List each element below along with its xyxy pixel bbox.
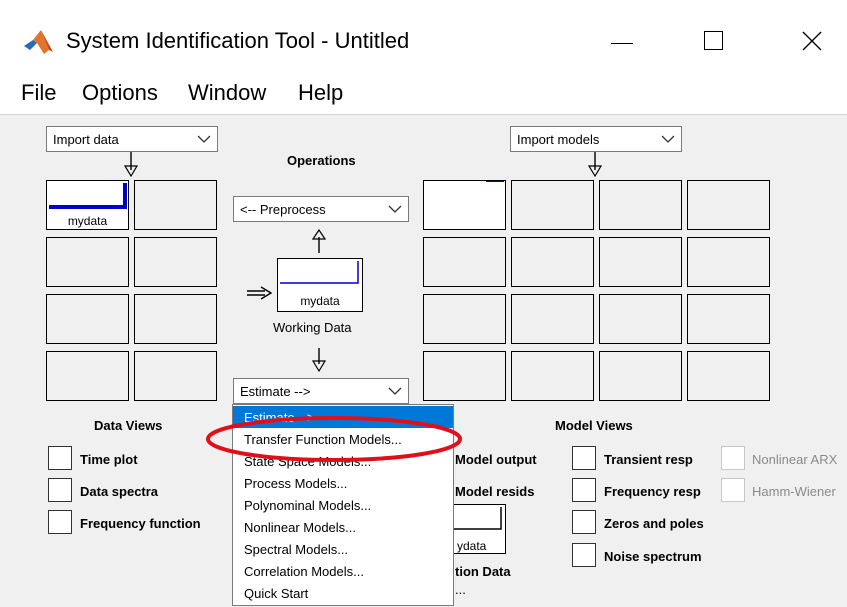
model-tile-empty[interactable] [511, 294, 594, 344]
nonlinear-arx-label: Nonlinear ARX [752, 452, 838, 467]
model-tile-empty[interactable] [687, 294, 770, 344]
menu-window[interactable]: Window [188, 80, 266, 106]
hamm-wiener-label: Hamm-Wiener [752, 484, 836, 499]
close-button[interactable] [782, 16, 842, 66]
working-data-label: mydata [300, 294, 340, 308]
menu-file[interactable]: File [21, 80, 56, 106]
model-tile-empty[interactable] [599, 351, 682, 401]
menu-options[interactable]: Options [82, 80, 158, 106]
model-tile-empty[interactable] [687, 237, 770, 287]
nonlinear-arx-checkbox[interactable] [721, 446, 745, 470]
estimate-option-process[interactable]: Process Models... [233, 472, 453, 494]
minimize-icon [611, 43, 633, 44]
frequency-resp-checkbox[interactable] [572, 478, 596, 502]
data-tile-empty[interactable] [134, 294, 217, 344]
model-resids-label: Model resids [455, 484, 535, 499]
arrow-down-icon [312, 348, 326, 373]
validation-data-caption: tion Data [455, 564, 511, 579]
time-plot-checkbox[interactable] [48, 446, 72, 470]
model-tile-empty[interactable] [599, 180, 682, 230]
model-tile-empty[interactable] [423, 294, 506, 344]
validation-data-label: ydata [457, 539, 487, 553]
import-data-select[interactable]: Import data [46, 126, 218, 152]
estimate-select[interactable]: Estimate --> [233, 378, 409, 404]
data-tile-empty[interactable] [134, 351, 217, 401]
zeros-poles-checkbox[interactable] [572, 510, 596, 534]
noise-spectrum-checkbox[interactable] [572, 543, 596, 567]
zeros-poles-label: Zeros and poles [604, 516, 704, 531]
data-tile-empty[interactable] [46, 351, 129, 401]
data-tile-mydata[interactable]: mydata [46, 180, 129, 230]
chevron-down-icon [661, 135, 675, 143]
data-tile-empty[interactable] [134, 237, 217, 287]
data-tile-empty[interactable] [46, 237, 129, 287]
time-plot-label: Time plot [80, 452, 138, 467]
minimize-button[interactable] [592, 16, 652, 66]
estimate-option-polynomial[interactable]: Polynominal Models... [233, 494, 453, 516]
estimate-option-nonlinear[interactable]: Nonlinear Models... [233, 516, 453, 538]
model-tile-empty[interactable] [599, 294, 682, 344]
transient-resp-checkbox[interactable] [572, 446, 596, 470]
maximize-icon [704, 31, 723, 50]
arrow-right-icon [247, 286, 273, 300]
model-tile-empty[interactable] [687, 180, 770, 230]
import-models-select[interactable]: Import models [510, 126, 682, 152]
estimate-option-correlation[interactable]: Correlation Models... [233, 560, 453, 582]
estimate-option-quick-start[interactable]: Quick Start [233, 582, 453, 604]
operations-title: Operations [287, 153, 356, 168]
transient-resp-label: Transient resp [604, 452, 693, 467]
close-icon [802, 31, 822, 51]
model-tile-empty[interactable] [599, 237, 682, 287]
model-tile-empty[interactable] [511, 237, 594, 287]
model-tile-empty[interactable] [511, 180, 594, 230]
data-tile-empty[interactable] [46, 294, 129, 344]
model-views-title: Model Views [555, 418, 633, 433]
chevron-down-icon [388, 387, 402, 395]
menu-help[interactable]: Help [298, 80, 343, 106]
frequency-function-checkbox[interactable] [48, 510, 72, 534]
data-tile-empty[interactable] [134, 180, 217, 230]
annotation-ellipse [206, 416, 462, 462]
data-views-title: Data Views [94, 418, 163, 433]
window-title: System Identification Tool - Untitled [66, 28, 410, 53]
hamm-wiener-checkbox[interactable] [721, 478, 745, 502]
data-spectra-checkbox[interactable] [48, 478, 72, 502]
validation-data-caption-2: ... [455, 582, 466, 597]
working-data-caption: Working Data [273, 320, 352, 335]
model-preview-plot [486, 181, 504, 182]
matlab-logo-icon [24, 30, 53, 54]
working-data-preview-plot [280, 261, 359, 284]
data-preview-plot [49, 183, 127, 209]
arrow-down-icon [588, 152, 602, 178]
chevron-down-icon [197, 135, 211, 143]
data-tile-label: mydata [67, 214, 108, 228]
model-tile-empty[interactable] [423, 351, 506, 401]
data-spectra-label: Data spectra [80, 484, 159, 499]
arrow-up-icon [312, 229, 326, 253]
maximize-button[interactable] [682, 16, 742, 66]
model-tile[interactable] [423, 180, 506, 230]
model-tile-empty[interactable] [687, 351, 770, 401]
estimate-option-spectral[interactable]: Spectral Models... [233, 538, 453, 560]
arrow-down-icon [124, 152, 138, 178]
noise-spectrum-label: Noise spectrum [604, 549, 702, 564]
model-tile-empty[interactable] [511, 351, 594, 401]
preprocess-select[interactable]: <-- Preprocess [233, 196, 409, 222]
chevron-down-icon [388, 205, 402, 213]
frequency-resp-label: Frequency resp [604, 484, 701, 499]
working-data-tile[interactable]: mydata [277, 258, 363, 312]
frequency-function-label: Frequency function [80, 516, 201, 531]
model-tile-empty[interactable] [423, 237, 506, 287]
